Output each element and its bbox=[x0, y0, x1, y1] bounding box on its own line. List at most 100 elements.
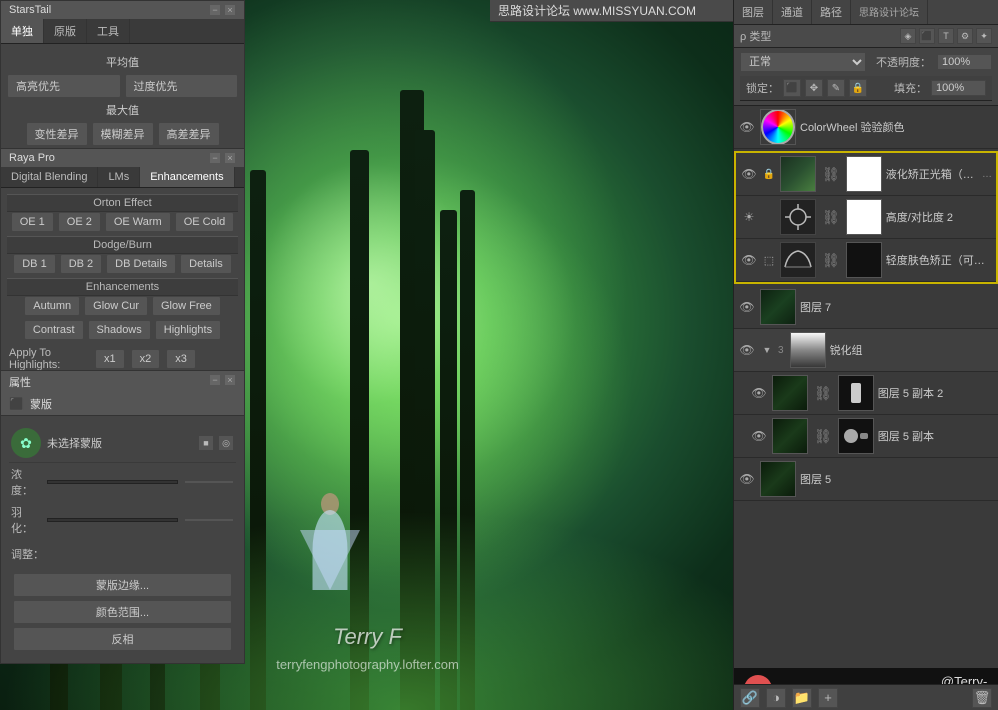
oe2-btn[interactable]: OE 2 bbox=[58, 212, 101, 232]
color-range-btn[interactable]: 颜色范围... bbox=[13, 600, 232, 624]
eye-icon-colorwheel[interactable]: 👁 bbox=[738, 118, 756, 136]
ah-x2-btn[interactable]: x2 bbox=[131, 349, 161, 369]
lock-all-btn[interactable]: 🔒 bbox=[849, 79, 867, 97]
eye-icon-5copy[interactable]: 👁 bbox=[750, 427, 768, 445]
layers-list: 👁 ColorWheel 验验颜色 👁 🔒 ⛓ 液化矫正光箱（怎么加强... … bbox=[734, 106, 998, 696]
fill-row: 填充： bbox=[894, 80, 986, 96]
eye-icon-brightness[interactable]: ☀ bbox=[740, 208, 758, 226]
layer-item-7[interactable]: 👁 图层 7 bbox=[734, 286, 998, 329]
oe-warm-btn[interactable]: OE Warm bbox=[105, 212, 171, 232]
mask-edge-btn[interactable]: 蒙版边缘... bbox=[13, 573, 232, 597]
layer-item-brightness[interactable]: ☀ ⛓ 高度/对比度 2 bbox=[736, 196, 996, 239]
feather-slider[interactable] bbox=[47, 518, 178, 522]
eye-icon-7[interactable]: 👁 bbox=[738, 298, 756, 316]
tab-digital-blending[interactable]: Digital Blending bbox=[1, 167, 98, 187]
eye-icon-5[interactable]: 👁 bbox=[738, 470, 756, 488]
filter-btn-5[interactable]: ✦ bbox=[976, 28, 992, 44]
density-slider[interactable] bbox=[47, 480, 178, 484]
lock-move-btn[interactable]: ✥ bbox=[805, 79, 823, 97]
close-btn[interactable]: × bbox=[224, 4, 236, 16]
skin-name: 轻度肤色矫正（可有可无） bbox=[886, 252, 992, 268]
blend-mode-select[interactable]: 正常 bbox=[740, 52, 866, 72]
details-btn[interactable]: Details bbox=[180, 254, 232, 274]
tab-single[interactable]: 单独 bbox=[1, 19, 44, 43]
high-diff-btn[interactable]: 高差差异 bbox=[158, 122, 220, 146]
starstail-titlebar: StarsTail − × bbox=[1, 1, 244, 19]
layer-item-5copy[interactable]: 👁 ⛓ 图层 5 副本 bbox=[734, 415, 998, 458]
tab-original[interactable]: 原版 bbox=[44, 19, 87, 43]
db2-btn[interactable]: DB 2 bbox=[60, 254, 102, 274]
fill-input[interactable] bbox=[931, 80, 986, 96]
highlight-priority-btn[interactable]: 高亮优先 bbox=[7, 74, 121, 98]
layer-item-liquid[interactable]: 👁 🔒 ⛓ 液化矫正光箱（怎么加强... … bbox=[736, 153, 996, 196]
opacity-input[interactable] bbox=[937, 54, 992, 70]
layer-item-5[interactable]: 👁 图层 5 bbox=[734, 458, 998, 501]
density-value[interactable] bbox=[184, 480, 234, 484]
new-adj-btn[interactable]: ◑ bbox=[766, 688, 786, 708]
layer-item-skin[interactable]: 👁 ⬚ ⛓ 轻度肤色矫正（可有可无） bbox=[736, 239, 996, 282]
feather-label: 羽化： bbox=[11, 504, 41, 536]
highlights-btn[interactable]: Highlights bbox=[155, 320, 221, 340]
tab-layers[interactable]: 图层 bbox=[734, 0, 773, 24]
prop-icon-2[interactable]: ◎ bbox=[218, 435, 234, 451]
tab-enhancements[interactable]: Enhancements bbox=[140, 167, 234, 187]
enhance-buttons-row2: Contrast Shadows Highlights bbox=[7, 320, 238, 340]
rayapro-minimize-btn[interactable]: − bbox=[209, 152, 221, 164]
brightness-mask-thumbnail bbox=[846, 199, 882, 235]
collapse-icon-sharpen[interactable]: ▼ bbox=[760, 343, 774, 357]
tab-lms[interactable]: LMs bbox=[98, 167, 140, 187]
starstail-title: StarsTail bbox=[9, 4, 51, 16]
minimize-btn[interactable]: − bbox=[209, 4, 221, 16]
blur-diff-btn[interactable]: 模糊差异 bbox=[92, 122, 154, 146]
oe1-btn[interactable]: OE 1 bbox=[11, 212, 54, 232]
filter-btn-1[interactable]: ◈ bbox=[900, 28, 916, 44]
glow-free-btn[interactable]: Glow Free bbox=[152, 296, 221, 316]
layer-item-colorwheel[interactable]: 👁 ColorWheel 验验颜色 bbox=[734, 106, 998, 149]
filter-btn-2[interactable]: ⬛ bbox=[919, 28, 935, 44]
contrast-btn[interactable]: Contrast bbox=[24, 320, 84, 340]
layers-tabs: 图层 通道 路径 思路设计论坛 bbox=[734, 0, 998, 25]
lock-position-btn[interactable]: ⬛ bbox=[783, 79, 801, 97]
rayapro-close-btn[interactable]: × bbox=[224, 152, 236, 164]
delete-btn[interactable]: 🗑 bbox=[972, 688, 992, 708]
filter-btn-3[interactable]: T bbox=[938, 28, 954, 44]
tab-design[interactable]: 思路设计论坛 bbox=[851, 0, 928, 24]
gender-diff-btn[interactable]: 变性差异 bbox=[26, 122, 88, 146]
properties-content: ✿ 未选择蒙版 ■ ◎ 浓度： 羽化： 调整： 蒙版边缘... 颜色范围... … bbox=[1, 416, 244, 663]
db-details-btn[interactable]: DB Details bbox=[106, 254, 176, 274]
eye-icon-skin[interactable]: 👁 bbox=[740, 251, 758, 269]
prop-minimize-btn[interactable]: − bbox=[209, 374, 221, 386]
prop-close-btn[interactable]: × bbox=[224, 374, 236, 386]
eye-icon-liquid[interactable]: 👁 bbox=[740, 165, 758, 183]
layer5-thumbnail bbox=[760, 461, 796, 497]
feather-value[interactable] bbox=[184, 518, 234, 522]
prop-icon-1[interactable]: ■ bbox=[198, 435, 214, 451]
layer-item-5copy2[interactable]: 👁 ⛓ 图层 5 副本 2 bbox=[734, 372, 998, 415]
new-group-btn[interactable]: 📁 bbox=[792, 688, 812, 708]
tab-channels[interactable]: 通道 bbox=[773, 0, 812, 24]
brightness-name: 高度/对比度 2 bbox=[886, 209, 992, 225]
overdose-priority-btn[interactable]: 过度优先 bbox=[125, 74, 239, 98]
brightness-thumbnail bbox=[780, 199, 816, 235]
eye-icon-5copy2[interactable]: 👁 bbox=[750, 384, 768, 402]
layer-item-sharpen-group[interactable]: 👁 ▼ 3 锐化组 bbox=[734, 329, 998, 372]
tab-paths[interactable]: 路径 bbox=[812, 0, 851, 24]
tab-tools[interactable]: 工具 bbox=[87, 19, 130, 43]
filter-btn-4[interactable]: ⚙ bbox=[957, 28, 973, 44]
db1-btn[interactable]: DB 1 bbox=[13, 254, 55, 274]
ah-x1-btn[interactable]: x1 bbox=[95, 349, 125, 369]
glow-cur-btn[interactable]: Glow Cur bbox=[84, 296, 148, 316]
new-layer-btn[interactable]: + bbox=[818, 688, 838, 708]
layer7-name: 图层 7 bbox=[800, 299, 994, 315]
eye-icon-sharpen[interactable]: 👁 bbox=[738, 341, 756, 359]
oe-cold-btn[interactable]: OE Cold bbox=[175, 212, 235, 232]
ah-x3-btn[interactable]: x3 bbox=[166, 349, 196, 369]
layers-bottom-bar: 🔗 ◑ 📁 + 🗑 bbox=[734, 684, 998, 710]
invert-btn[interactable]: 反相 bbox=[13, 627, 232, 651]
lock-paint-btn[interactable]: ✎ bbox=[827, 79, 845, 97]
link-btn[interactable]: 🔗 bbox=[740, 688, 760, 708]
autumn-btn[interactable]: Autumn bbox=[24, 296, 80, 316]
sharpen-mask-thumbnail bbox=[790, 332, 826, 368]
shadows-btn[interactable]: Shadows bbox=[88, 320, 151, 340]
chain-icon-liquid: ⛓ bbox=[820, 166, 842, 183]
